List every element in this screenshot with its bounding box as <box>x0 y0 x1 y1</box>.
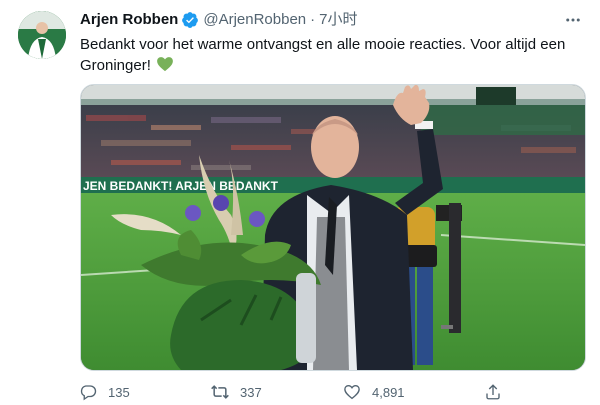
share-button[interactable] <box>483 380 503 404</box>
author-handle[interactable]: @ArjenRobben <box>203 10 306 30</box>
reply-count: 135 <box>108 384 130 400</box>
retweet-count: 337 <box>240 384 262 400</box>
tweet-timestamp[interactable]: 7小时 <box>319 10 357 30</box>
banner-text: JEN BEDANKT! ARJEN BEDANKT <box>83 179 279 193</box>
like-button[interactable]: 4,891 <box>342 380 405 404</box>
tweet-text-container: Bedankt voor het warme ontvangst en alle… <box>80 35 585 79</box>
tweet-text: Bedankt voor het warme ontvangst en alle… <box>80 36 566 74</box>
verified-badge-icon <box>181 11 199 29</box>
tweet-actions: 135 337 4,891 <box>78 380 508 404</box>
separator-dot: · <box>310 11 316 28</box>
share-icon <box>483 382 503 402</box>
avatar[interactable] <box>18 11 66 59</box>
more-options-icon[interactable] <box>561 8 585 32</box>
tweet-photo[interactable]: JEN BEDANKT! ARJEN BEDANKT <box>80 84 586 371</box>
author-name[interactable]: Arjen Robben <box>80 10 178 30</box>
tweet-header: Arjen Robben @ArjenRobben · 7小时 <box>80 10 585 30</box>
tweet[interactable]: Arjen Robben @ArjenRobben · 7小时 Bedankt … <box>0 0 600 405</box>
reply-button[interactable]: 135 <box>78 380 130 404</box>
reply-icon <box>78 382 98 402</box>
green-heart-icon <box>156 55 174 79</box>
retweet-icon <box>210 382 230 402</box>
like-count: 4,891 <box>372 384 405 400</box>
retweet-button[interactable]: 337 <box>210 380 262 404</box>
heart-icon <box>342 382 362 402</box>
